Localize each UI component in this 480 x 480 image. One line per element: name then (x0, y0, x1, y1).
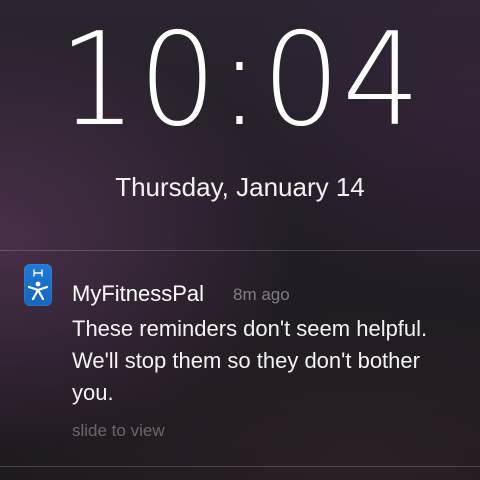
notification-divider-bottom (0, 466, 480, 467)
notification-card[interactable]: MyFitnessPal 8m ago These reminders don'… (0, 251, 480, 465)
slide-to-view-hint[interactable]: slide to view (72, 421, 165, 441)
lock-screen: 10:04 Thursday, January 14 MyFitnessPal … (0, 0, 480, 480)
lockscreen-date: Thursday, January 14 (115, 172, 365, 202)
clock-time-text: 10:04 (58, 6, 422, 155)
notification-timestamp: 8m ago (233, 285, 290, 304)
clock-time: 10:04 (0, 6, 480, 156)
notification-app-name: MyFitnessPal (72, 281, 205, 306)
myfitnesspal-app-icon (24, 264, 52, 306)
myfitnesspal-logo-icon (27, 269, 49, 301)
notification-message: These reminders don't seem helpful. We'l… (72, 316, 428, 405)
